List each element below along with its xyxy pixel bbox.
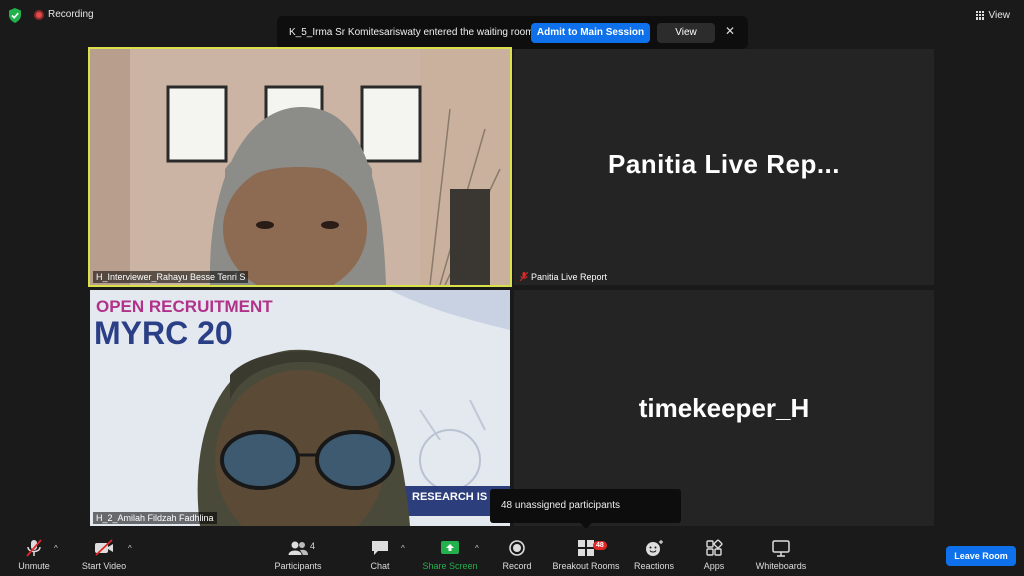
mic-muted-icon [26,539,42,557]
banner-line-1: OPEN RECRUITMENT [96,297,273,316]
participant-video [90,49,510,285]
notification-message: K_5_Irma Sr Komitesariswaty entered the … [289,27,534,38]
recording-label[interactable]: Recording [48,9,94,20]
breakout-rooms-button[interactable]: Breakout Rooms [550,530,622,576]
start-video-label: Start Video [81,561,127,571]
participant-name-label: Panitia Live Report [517,271,610,283]
participant-name-text: Panitia Live Report [531,272,608,282]
chat-options-chevron-icon[interactable]: ^ [401,544,405,553]
reactions-button[interactable]: Reactions [630,530,678,576]
grid-view-icon [975,10,985,20]
participant-display-name: timekeeper_H [638,393,810,423]
admit-to-main-session-button[interactable]: Admit to Main Session [531,23,650,43]
leave-room-button[interactable]: Leave Room [946,546,1016,566]
unmute-button[interactable]: Unmute [10,530,58,576]
participant-name-label: H_2_Amilah Fildzah Fadhlina [93,512,217,524]
video-off-icon [95,539,113,556]
breakout-rooms-label: Breakout Rooms [552,561,620,571]
record-button[interactable]: Record [496,530,538,576]
video-tile-panitia-live-report[interactable]: Panitia Live Rep... Panitia Live Report [514,49,934,285]
share-options-chevron-icon[interactable]: ^ [475,544,479,553]
participant-video: OPEN RECRUITMENT MYRC 20 RESEARCH IS F [90,290,510,526]
chat-icon [372,541,388,555]
video-tile-amilah[interactable]: OPEN RECRUITMENT MYRC 20 RESEARCH IS F H… [90,290,510,526]
share-screen-icon [441,541,459,554]
participants-count: 4 [310,541,316,551]
tooltip-text: 48 unassigned participants [501,500,620,511]
breakout-tooltip: 48 unassigned participants [490,489,681,529]
participant-name-label: H_Interviewer_Rahayu Besse Tenri S [93,271,249,283]
video-tile-interviewer[interactable]: H_Interviewer_Rahayu Besse Tenri S [88,47,512,287]
participants-label: Participants [274,561,322,571]
apps-label: Apps [703,561,725,571]
banner-line-3: RESEARCH IS F [412,491,497,503]
security-shield-icon[interactable] [8,8,22,23]
view-layout-label: View [988,9,1011,21]
apps-icon [706,539,723,556]
close-icon[interactable]: ✕ [725,24,735,38]
whiteboards-label: Whiteboards [755,561,807,571]
participants-icon [288,541,308,555]
start-video-button[interactable]: Start Video [76,530,132,576]
record-label: Record [502,561,532,571]
chat-label: Chat [370,561,390,571]
reactions-label: Reactions [633,561,675,571]
share-screen-button[interactable]: Share Screen [420,530,480,576]
breakout-count-badge: 48 [593,541,607,550]
waiting-room-notification: K_5_Irma Sr Komitesariswaty entered the … [277,16,748,49]
whiteboards-button[interactable]: Whiteboards [752,530,810,576]
banner-line-2: MYRC 20 [94,315,233,351]
whiteboard-icon [772,540,790,557]
recording-dot-icon[interactable] [34,10,44,20]
audio-options-chevron-icon[interactable]: ^ [54,544,58,553]
mic-muted-icon [520,272,528,281]
video-options-chevron-icon[interactable]: ^ [128,544,132,553]
notification-view-button[interactable]: View [657,23,715,43]
reactions-smiley-icon [646,540,663,556]
participant-display-name: Panitia Live Rep... [607,149,840,179]
tooltip-arrow [580,523,592,529]
participants-button[interactable]: Participants [270,530,326,576]
view-layout-button[interactable]: View [972,6,1015,24]
record-icon [509,540,525,556]
apps-button[interactable]: Apps [696,530,732,576]
unmute-label: Unmute [18,561,50,571]
chat-button[interactable]: Chat [360,530,400,576]
meeting-toolbar: Unmute ^ Start Video ^ Participants 4 Ch… [0,530,1024,576]
share-screen-label: Share Screen [422,561,478,571]
